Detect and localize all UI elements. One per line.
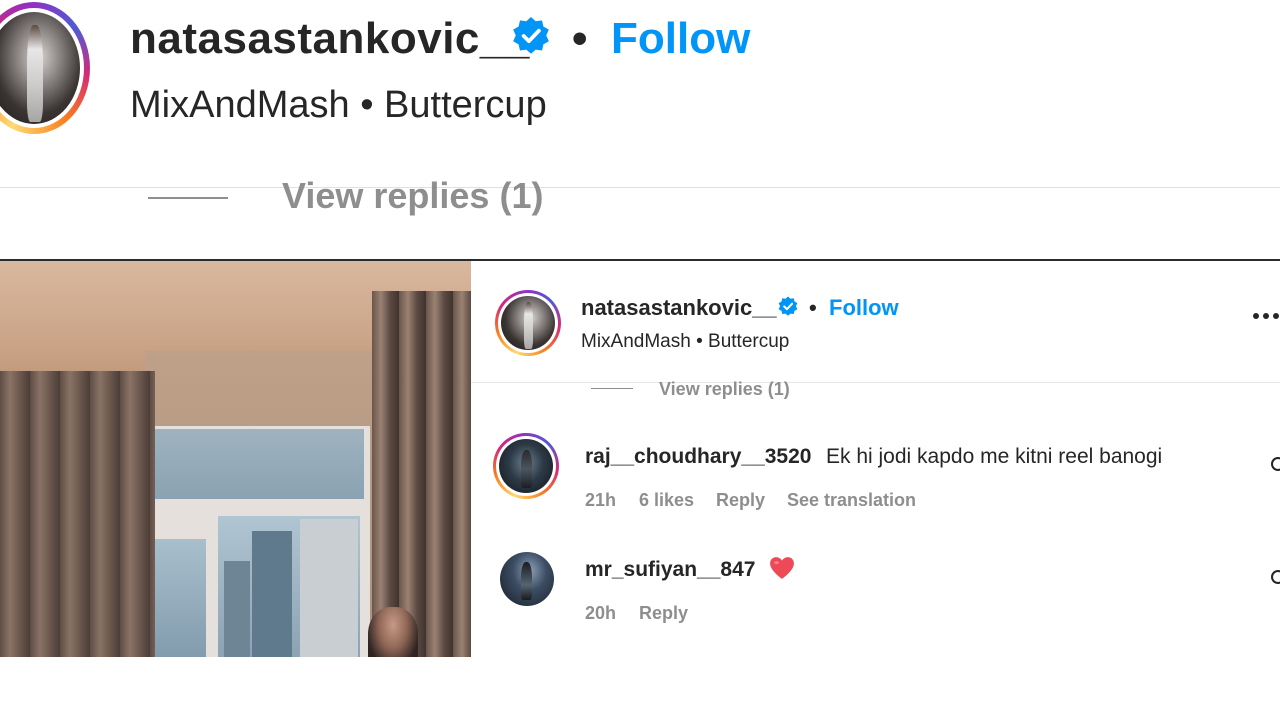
comment-reply-button[interactable]: Reply xyxy=(716,490,765,511)
header-separator: • xyxy=(572,14,588,63)
header-audio-info[interactable]: MixAndMash • Buttercup xyxy=(130,84,547,127)
more-options-icon[interactable] xyxy=(1253,307,1280,327)
comment-avatar-ring[interactable] xyxy=(493,433,559,499)
comment-likes[interactable]: 6 likes xyxy=(639,490,694,511)
reel-video[interactable] xyxy=(0,261,471,657)
red-heart-icon xyxy=(770,557,794,579)
post-follow-button[interactable]: Follow xyxy=(829,295,899,321)
post-username[interactable]: natasastankovic__ xyxy=(581,295,777,321)
zoomed-post-header: natasastankovic__ • Follow MixAndMash • … xyxy=(0,0,1280,150)
header-view-replies[interactable]: View replies (1) xyxy=(282,175,543,217)
replies-line xyxy=(591,388,633,389)
comment-text: Ek hi jodi kapdo me kitni reel banogi xyxy=(826,445,1163,468)
video-person xyxy=(368,607,418,657)
comment-username[interactable]: raj__choudhary__3520 xyxy=(585,445,811,469)
comment-like-icon[interactable] xyxy=(1271,570,1280,584)
comments-panel: natasastankovic__ • Follow MixAndMash • … xyxy=(471,261,1280,657)
post-audio-info[interactable]: MixAndMash • Buttercup xyxy=(581,331,789,353)
comment-reply-button[interactable]: Reply xyxy=(639,603,688,624)
post-avatar xyxy=(501,296,555,350)
story-ring-avatar[interactable] xyxy=(0,2,90,134)
verified-badge-icon xyxy=(778,296,798,316)
post-separator: • xyxy=(809,295,817,320)
post-avatar-ring[interactable] xyxy=(495,290,561,356)
comment-like-icon[interactable] xyxy=(1271,457,1280,471)
view-replies-button[interactable]: View replies (1) xyxy=(659,379,790,400)
comment-time: 20h xyxy=(585,603,617,623)
header-follow-button[interactable]: Follow xyxy=(611,14,750,64)
header-username[interactable]: natasastankovic__ xyxy=(130,14,530,64)
replies-line xyxy=(148,197,228,199)
comment-username[interactable]: mr_sufiyan__847 xyxy=(585,558,755,582)
comment-avatar xyxy=(499,439,553,493)
comment-avatar[interactable] xyxy=(500,552,554,606)
see-translation-button[interactable]: See translation xyxy=(787,490,916,511)
comment-time: 21h xyxy=(585,490,617,510)
panel-divider xyxy=(471,382,1280,383)
verified-badge-icon xyxy=(513,17,549,54)
header-divider xyxy=(0,187,1280,188)
profile-avatar xyxy=(0,12,80,124)
